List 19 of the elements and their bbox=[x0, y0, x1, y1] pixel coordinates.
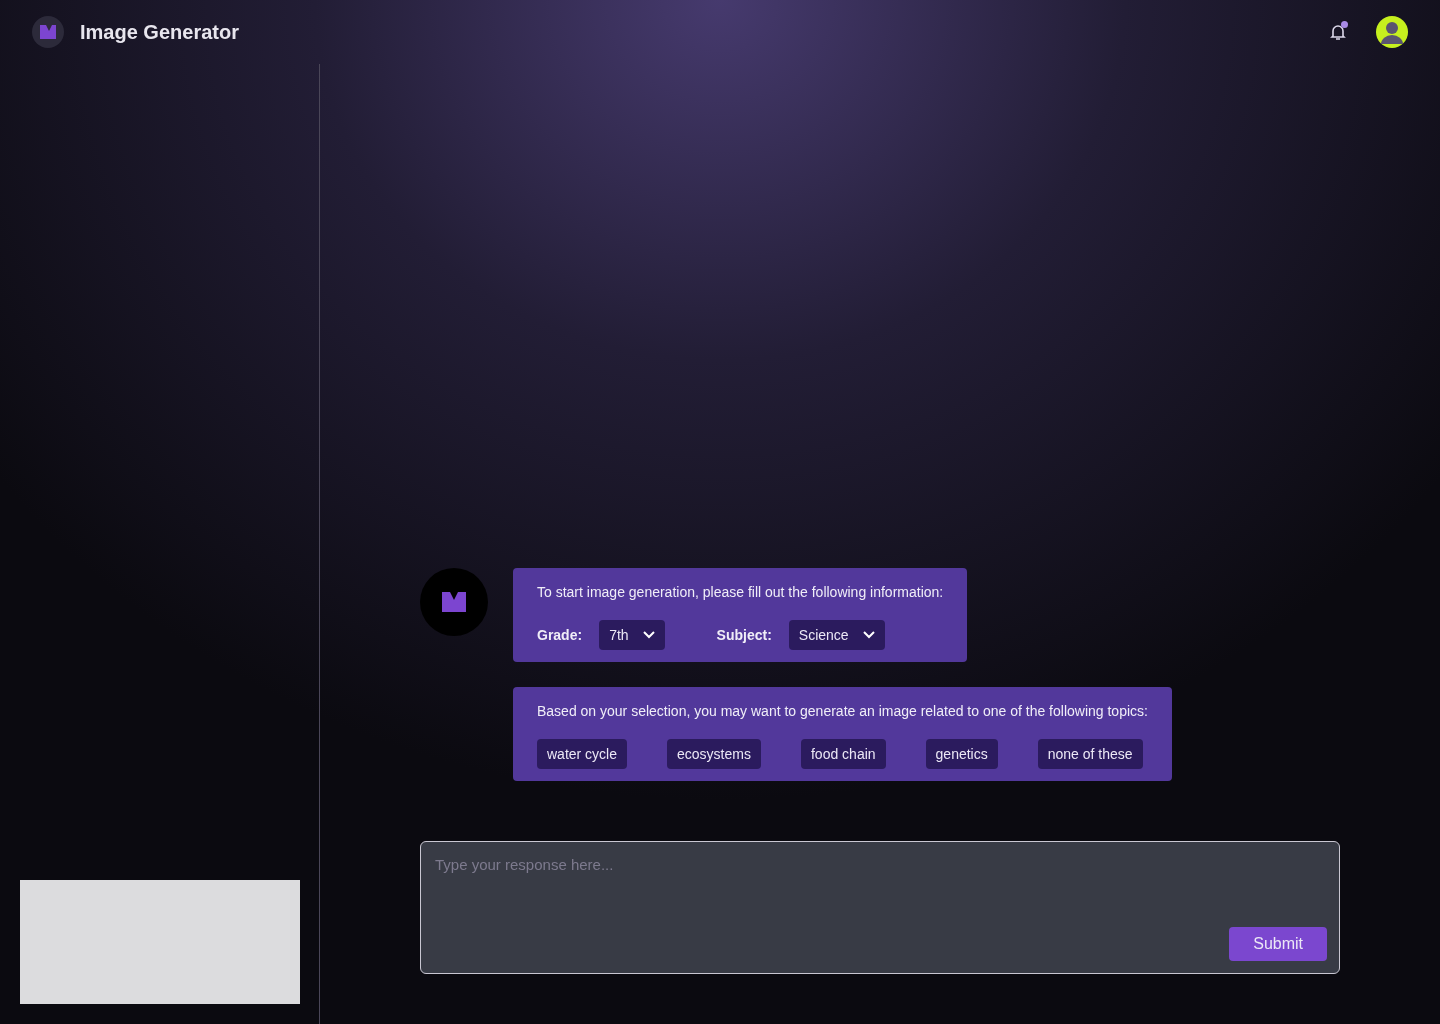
bot-avatar-icon bbox=[420, 568, 488, 636]
message-text: To start image generation, please fill out the following information: bbox=[537, 583, 944, 602]
message-text: Based on your selection, you may want to generate an image related to one of the following topics: bbox=[537, 702, 1148, 721]
topic-chip[interactable]: water cycle bbox=[537, 739, 628, 769]
avatar-icon[interactable] bbox=[1376, 16, 1408, 48]
chevron-down-icon bbox=[862, 631, 875, 639]
topic-chip[interactable]: genetics bbox=[925, 739, 998, 769]
field-label: Subject: bbox=[716, 626, 772, 645]
dropdown[interactable]: 7th bbox=[599, 620, 665, 650]
topic-chip[interactable]: ecosystems bbox=[667, 739, 761, 769]
field-label: Grade: bbox=[537, 626, 583, 645]
topic-chip[interactable]: food chain bbox=[800, 739, 886, 769]
submit-button[interactable]: Submit bbox=[1229, 927, 1327, 961]
chevron-down-icon bbox=[642, 631, 655, 639]
dropdown[interactable]: Science bbox=[788, 620, 885, 650]
response-field[interactable]: Type your response here... Submit bbox=[420, 841, 1340, 974]
app-title: Image Generator bbox=[80, 20, 239, 45]
logo-icon bbox=[32, 16, 64, 48]
topic-chip[interactable]: none of these bbox=[1037, 739, 1143, 769]
